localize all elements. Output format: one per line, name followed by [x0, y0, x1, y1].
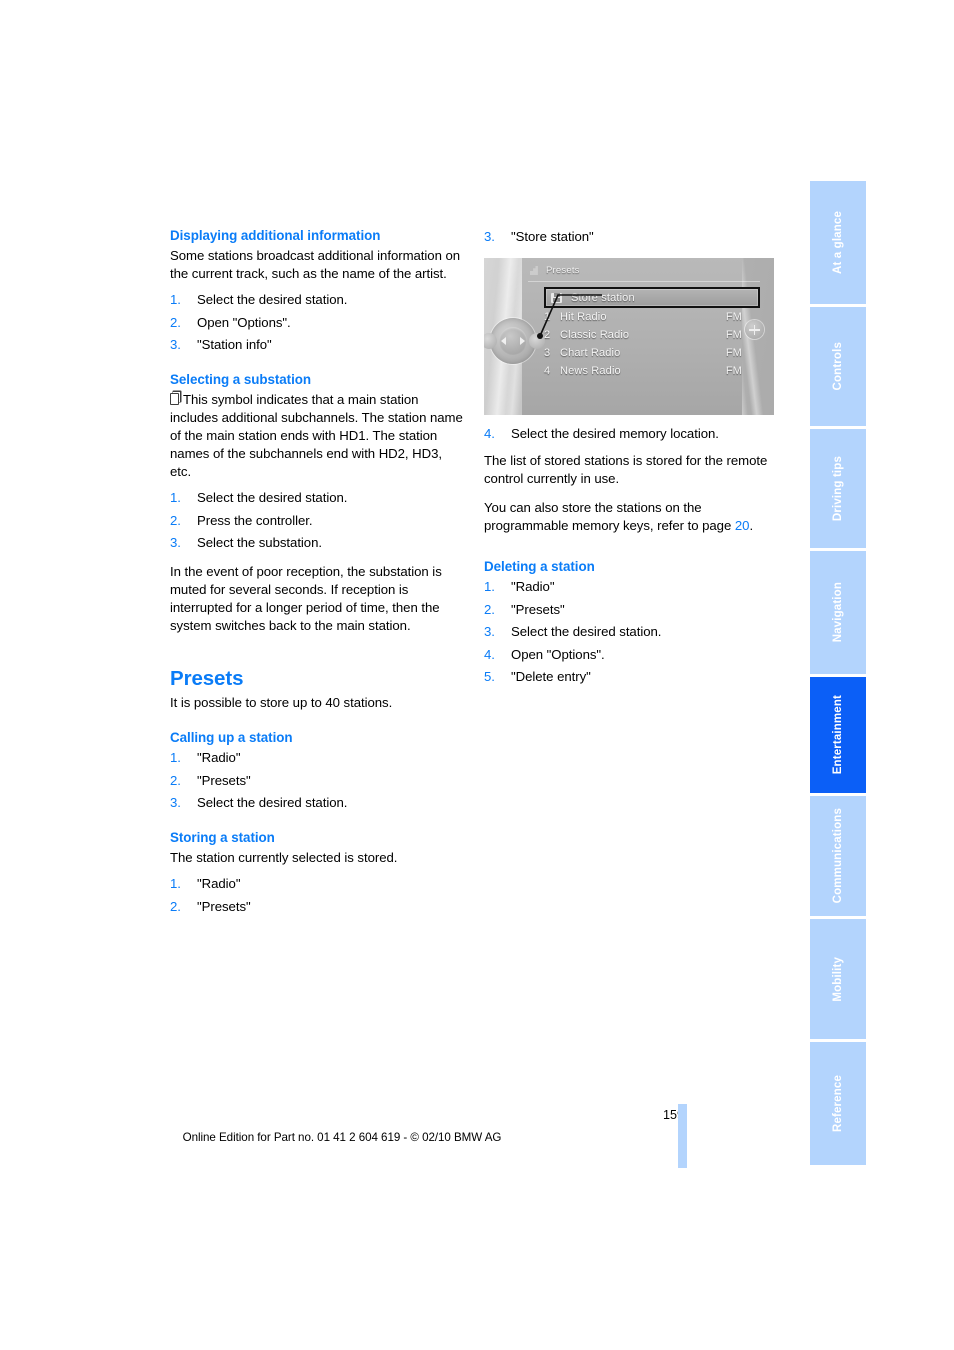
- tab-mobility[interactable]: Mobility: [810, 919, 866, 1039]
- manual-page: Displaying additional information Some s…: [0, 0, 954, 1350]
- save-icon: [551, 292, 562, 303]
- plus-button-icon: [745, 320, 764, 339]
- stored-list-note-paragraph: The list of stored stations is stored fo…: [484, 453, 768, 487]
- right-column-lower: Select the desired memory location. The …: [484, 425, 780, 697]
- heading-selecting-a-substation: Selecting a substation: [170, 372, 312, 388]
- preset-number: 3: [544, 347, 551, 359]
- tab-label: Driving tips: [832, 455, 844, 522]
- list-item: "Radio": [170, 749, 241, 767]
- idrive-header-title: Presets: [546, 265, 580, 276]
- idrive-screen-figure: Presets Store station 1 Hit Radio FM 2 C…: [484, 258, 774, 415]
- substation-outro-paragraph: In the event of poor reception, the subs…: [170, 564, 442, 634]
- list-item: Select the desired station.: [170, 794, 348, 812]
- page-reference-link[interactable]: 20: [735, 518, 750, 533]
- presets-icon: [530, 266, 538, 275]
- preset-name: Hit Radio: [560, 311, 607, 323]
- substation-symbol-paragraph: This symbol indicates that a main statio…: [170, 391, 466, 481]
- presets-intro-paragraph: It is possible to store up to 40 station…: [170, 695, 393, 711]
- list-item: "Presets": [170, 898, 251, 916]
- preset-name: Classic Radio: [560, 329, 630, 341]
- tab-label: At a glance: [832, 210, 844, 274]
- preset-row[interactable]: 4 News Radio FM: [544, 362, 760, 380]
- arrow-left-icon: [501, 337, 506, 345]
- hd-subchannel-symbol-icon: [170, 393, 179, 406]
- preset-row[interactable]: 2 Classic Radio FM: [544, 326, 760, 344]
- memory-keys-note-period: .: [749, 518, 754, 534]
- list-item: Select the desired station.: [170, 489, 348, 507]
- preset-row[interactable]: 3 Chart Radio FM: [544, 344, 760, 362]
- calling-steps-list: "Radio" "Presets" Select the desired sta…: [170, 749, 466, 812]
- idrive-header: Presets: [530, 265, 580, 276]
- list-item: Open "Options".: [170, 314, 291, 332]
- displaying-intro-paragraph: Some stations broadcast additional infor…: [170, 248, 461, 282]
- list-item: Select the desired memory location.: [484, 425, 719, 443]
- deleting-steps-list: "Radio" "Presets" Select the desired sta…: [484, 578, 780, 686]
- preset-number: 4: [544, 365, 551, 377]
- storing-steps-continued: "Store station": [484, 228, 780, 246]
- list-item: Select the desired station.: [170, 291, 348, 309]
- storing-steps-list: "Radio" "Presets": [170, 875, 466, 916]
- heading-storing-a-station: Storing a station: [170, 830, 275, 846]
- list-item: "Radio": [484, 578, 555, 596]
- list-item: "Store station": [484, 228, 594, 246]
- menu-item-store-station[interactable]: Store station: [544, 287, 760, 308]
- list-item: "Presets": [484, 601, 565, 619]
- tab-label: Mobility: [832, 956, 844, 1002]
- arrow-right-icon: [520, 337, 525, 345]
- list-item: Select the substation.: [170, 534, 322, 552]
- tab-label: Navigation: [832, 582, 844, 643]
- heading-calling-up-a-station: Calling up a station: [170, 730, 293, 746]
- preset-name: News Radio: [560, 365, 621, 377]
- preset-number: 2: [544, 329, 551, 341]
- imprint-line: Online Edition for Part no. 01 41 2 604 …: [182, 1131, 502, 1144]
- storing-step-four-list: Select the desired memory location.: [484, 425, 780, 443]
- menu-item-label: Store station: [571, 291, 635, 304]
- page-number: 159: [662, 1108, 684, 1122]
- idrive-controller-knob-icon: [484, 318, 545, 364]
- left-column: Displaying additional information Some s…: [170, 228, 466, 927]
- heading-presets: Presets: [170, 667, 244, 691]
- list-item: Open "Options".: [484, 646, 605, 664]
- list-item: Press the controller.: [170, 512, 313, 530]
- memory-keys-note-text: You can also store the stations on the p…: [484, 500, 735, 534]
- memory-keys-note-paragraph: You can also store the stations on the p…: [484, 499, 780, 535]
- tab-reference[interactable]: Reference: [810, 1042, 866, 1165]
- list-item: "Station info": [170, 336, 272, 354]
- substation-steps-list: Select the desired station. Press the co…: [170, 489, 466, 552]
- right-column: "Store station": [484, 228, 780, 251]
- heading-deleting-a-station: Deleting a station: [484, 559, 595, 575]
- preset-band: FM: [725, 347, 742, 359]
- heading-displaying-additional-information: Displaying additional information: [170, 228, 381, 243]
- tab-label: Entertainment: [832, 695, 844, 775]
- list-item: "Delete entry": [484, 668, 591, 686]
- preset-band: FM: [725, 365, 742, 377]
- tab-at-a-glance[interactable]: At a glance: [810, 181, 866, 304]
- idrive-menu-list: Store station 1 Hit Radio FM 2 Classic R…: [544, 287, 760, 380]
- preset-number: 1: [544, 311, 551, 323]
- index-tab-strip: At a glance Controls Driving tips Naviga…: [810, 181, 866, 1165]
- list-item: "Radio": [170, 875, 241, 893]
- idrive-header-divider: [528, 281, 760, 282]
- storing-intro-paragraph: The station currently selected is stored…: [170, 850, 398, 866]
- tab-entertainment[interactable]: Entertainment: [810, 677, 866, 793]
- preset-row[interactable]: 1 Hit Radio FM: [544, 308, 760, 326]
- displaying-steps-list: Select the desired station. Open "Option…: [170, 291, 466, 354]
- tab-label: Communications: [832, 808, 844, 904]
- list-item: "Presets": [170, 772, 251, 790]
- tab-label: Controls: [832, 342, 844, 391]
- tab-label: Reference: [832, 1075, 844, 1132]
- list-item: Select the desired station.: [484, 623, 662, 641]
- tab-controls[interactable]: Controls: [810, 307, 866, 426]
- tab-driving-tips[interactable]: Driving tips: [810, 429, 866, 548]
- substation-symbol-text: This symbol indicates that a main statio…: [170, 392, 463, 480]
- tab-navigation[interactable]: Navigation: [810, 551, 866, 674]
- tab-communications[interactable]: Communications: [810, 796, 866, 916]
- preset-name: Chart Radio: [560, 347, 621, 359]
